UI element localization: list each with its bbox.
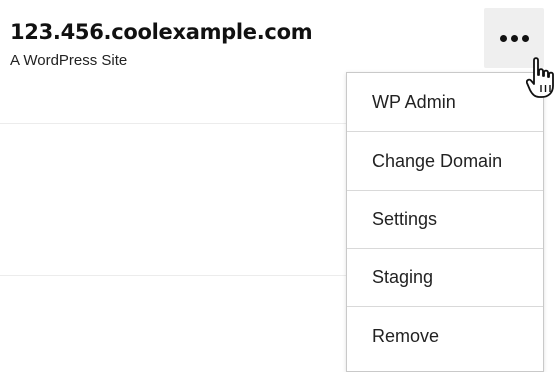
menu-item-settings[interactable]: Settings bbox=[347, 191, 543, 249]
row-divider bbox=[0, 123, 346, 124]
menu-item-change-domain[interactable]: Change Domain bbox=[347, 133, 543, 191]
site-title: 123.456.coolexample.com bbox=[10, 20, 313, 44]
more-options-button[interactable] bbox=[484, 8, 544, 68]
row-divider bbox=[0, 275, 346, 276]
more-horizontal-icon bbox=[500, 35, 530, 42]
menu-item-remove[interactable]: Remove bbox=[347, 307, 543, 365]
menu-item-wp-admin[interactable]: WP Admin bbox=[347, 74, 543, 132]
site-subtitle: A WordPress Site bbox=[10, 52, 128, 69]
menu-item-staging[interactable]: Staging bbox=[347, 249, 543, 307]
site-actions-menu: WP Admin Change Domain Settings Staging … bbox=[346, 72, 544, 372]
